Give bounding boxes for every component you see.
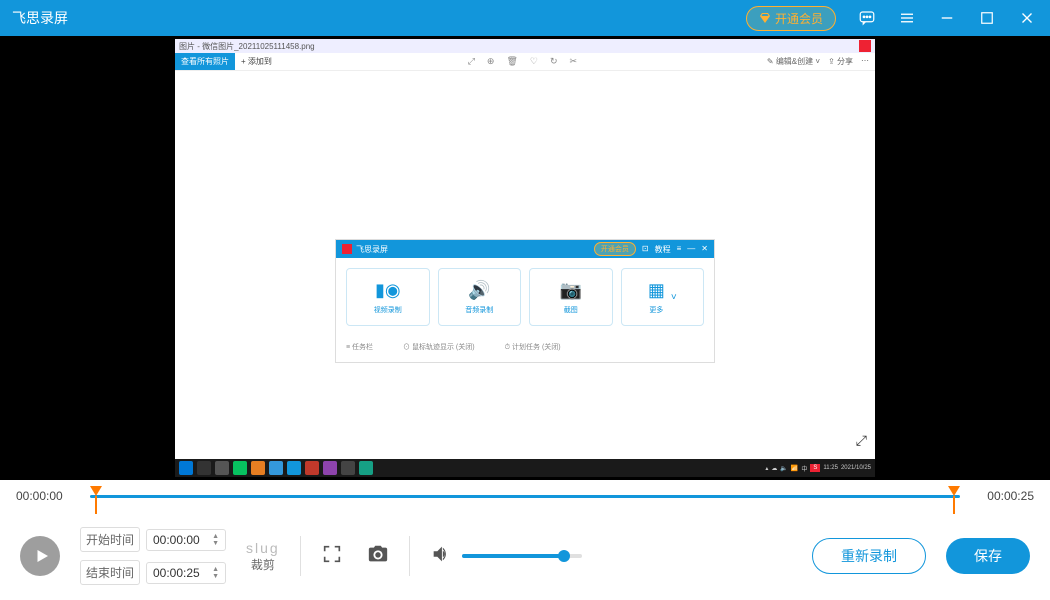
trim-end-handle[interactable]	[948, 486, 960, 496]
inner-close-icon	[859, 40, 871, 52]
divider	[300, 536, 301, 576]
volume-thumb[interactable]	[558, 550, 570, 562]
expand-icon[interactable]	[321, 543, 343, 570]
app-title: 飞思录屏	[12, 8, 746, 28]
minimize-icon[interactable]	[936, 7, 958, 29]
camera-icon[interactable]	[367, 543, 389, 570]
end-time-spinner[interactable]: ▲▼	[212, 566, 219, 580]
start-time-label: 开始时间	[80, 527, 140, 552]
rerecord-button[interactable]: 重新录制	[812, 538, 926, 574]
time-inputs: 开始时间 00:00:00 ▲▼ 结束时间 00:00:25 ▲▼	[80, 527, 226, 585]
volume-control	[430, 543, 582, 570]
timeline-track[interactable]	[90, 486, 960, 506]
inner-window-titlebar: 图片 - 微信图片_20211025111458.png	[175, 39, 875, 53]
titlebar: 飞思录屏 开通会员	[0, 0, 1050, 36]
maximize-icon[interactable]	[976, 7, 998, 29]
inner-card-screenshot: 📷截图	[529, 268, 613, 326]
inner-card-video: ▮◉视频录制	[346, 268, 430, 326]
play-button[interactable]	[20, 536, 60, 576]
menu-icon[interactable]	[896, 7, 918, 29]
controls-bar: 开始时间 00:00:00 ▲▼ 结束时间 00:00:25 ▲▼ slug 裁…	[0, 512, 1050, 600]
start-time-input[interactable]: 00:00:00 ▲▼	[146, 529, 226, 551]
inner-tab-photos: 查看所有照片	[175, 53, 235, 70]
trim-start-handle[interactable]	[90, 486, 102, 496]
inner-tab-add: + 添加到	[235, 53, 278, 70]
fullscreen-icon: ⤢	[856, 432, 867, 449]
timeline-end-label: 00:00:25	[970, 489, 1034, 503]
close-icon[interactable]	[1016, 7, 1038, 29]
end-time-input[interactable]: 00:00:25 ▲▼	[146, 562, 226, 584]
speaker-icon[interactable]	[430, 543, 452, 570]
tool-icons	[321, 543, 389, 570]
crop-label-group: slug 裁剪	[246, 540, 280, 573]
video-preview-area: 图片 - 微信图片_20211025111458.png 查看所有照片 + 添加…	[0, 36, 1050, 480]
inner-toolbar: 查看所有照片 + 添加到 ⤢⊕🗑♡↻✂ ✎ 编辑&创建 ˅ ⇪ 分享 ⋯	[175, 53, 875, 71]
divider	[409, 536, 410, 576]
start-time-spinner[interactable]: ▲▼	[212, 533, 219, 547]
save-button[interactable]: 保存	[946, 538, 1030, 574]
timeline: 00:00:00 00:00:25	[0, 480, 1050, 512]
inner-taskbar: ▴☁🔈📶中 S 11:25 2021/10/25	[175, 459, 875, 477]
diamond-icon	[759, 12, 771, 24]
end-time-label: 结束时间	[80, 560, 140, 585]
vip-button[interactable]: 开通会员	[746, 6, 836, 31]
video-frame: 图片 - 微信图片_20211025111458.png 查看所有照片 + 添加…	[175, 39, 875, 477]
inner-card-audio: 🔊音频录制	[438, 268, 522, 326]
volume-slider[interactable]	[462, 554, 582, 558]
timeline-start-label: 00:00:00	[16, 489, 80, 503]
crop-label: 裁剪	[251, 556, 275, 573]
feedback-icon[interactable]	[856, 7, 878, 29]
inner-recorder-window: 飞思录屏 开通会员 ⊡教程≡—✕ ▮◉视频录制 🔊音频录制 📷截图 ▦更多 ˅	[335, 239, 715, 363]
inner-card-more: ▦更多 ˅	[621, 268, 705, 326]
window-controls	[856, 7, 1038, 29]
